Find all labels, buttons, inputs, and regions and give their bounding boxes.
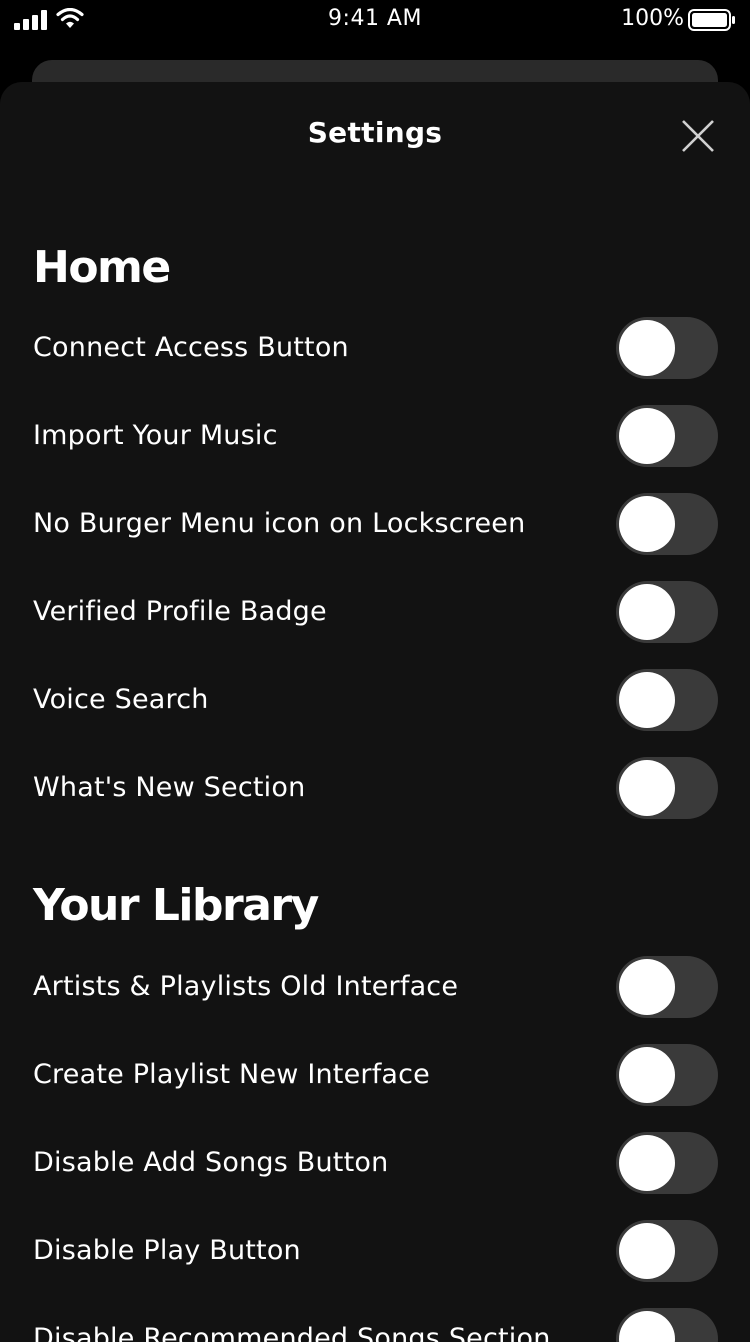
close-button[interactable] [676, 114, 720, 158]
setting-row-disable-add-songs-button: Disable Add Songs Button [0, 1119, 750, 1207]
setting-label: What's New Section [33, 772, 306, 803]
setting-row-no-burger-menu: No Burger Menu icon on Lockscreen [0, 480, 750, 568]
setting-row-connect-access-button: Connect Access Button [0, 304, 750, 392]
setting-label: No Burger Menu icon on Lockscreen [33, 508, 526, 539]
toggle-disable-recommended-songs-section[interactable] [616, 1308, 718, 1342]
setting-label: Connect Access Button [33, 332, 349, 363]
toggle-knob [619, 1135, 675, 1191]
toggle-whats-new-section[interactable] [616, 757, 718, 819]
toggle-knob [619, 959, 675, 1015]
section-title-home: Home [33, 242, 171, 293]
setting-label: Disable Recommended Songs Section [33, 1323, 551, 1342]
toggle-knob [619, 760, 675, 816]
section-title-your-library: Your Library [33, 880, 319, 931]
setting-label: Artists & Playlists Old Interface [33, 971, 459, 1002]
toggle-voice-search[interactable] [616, 669, 718, 731]
toggle-knob [619, 408, 675, 464]
setting-label: Disable Add Songs Button [33, 1147, 389, 1178]
setting-row-artists-playlists-old-interface: Artists & Playlists Old Interface [0, 943, 750, 1031]
setting-row-disable-play-button: Disable Play Button [0, 1207, 750, 1295]
toggle-no-burger-menu[interactable] [616, 493, 718, 555]
setting-label: Voice Search [33, 684, 209, 715]
toggle-import-your-music[interactable] [616, 405, 718, 467]
toggle-disable-add-songs-button[interactable] [616, 1132, 718, 1194]
setting-row-import-your-music: Import Your Music [0, 392, 750, 480]
toggle-knob [619, 672, 675, 728]
setting-row-verified-profile-badge: Verified Profile Badge [0, 568, 750, 656]
toggle-artists-playlists-old-interface[interactable] [616, 956, 718, 1018]
toggle-knob [619, 496, 675, 552]
battery-icon [688, 9, 735, 31]
toggle-verified-profile-badge[interactable] [616, 581, 718, 643]
setting-row-create-playlist-new-interface: Create Playlist New Interface [0, 1031, 750, 1119]
setting-row-disable-recommended-songs-section: Disable Recommended Songs Section [0, 1295, 750, 1342]
setting-label: Import Your Music [33, 420, 278, 451]
setting-label: Create Playlist New Interface [33, 1059, 430, 1090]
settings-sheet: Settings Home Connect Access Button Impo… [0, 82, 750, 1342]
setting-label: Verified Profile Badge [33, 596, 327, 627]
toggle-knob [619, 320, 675, 376]
toggle-knob [619, 1223, 675, 1279]
sheet-title: Settings [307, 116, 443, 149]
toggle-create-playlist-new-interface[interactable] [616, 1044, 718, 1106]
status-bar: 9:41 AM 100% [0, 0, 750, 40]
setting-row-whats-new-section: What's New Section [0, 744, 750, 832]
toggle-knob [619, 1311, 675, 1342]
setting-label: Disable Play Button [33, 1235, 301, 1266]
toggle-connect-access-button[interactable] [616, 317, 718, 379]
close-icon [682, 120, 714, 152]
toggle-disable-play-button[interactable] [616, 1220, 718, 1282]
setting-row-voice-search: Voice Search [0, 656, 750, 744]
battery-percentage: 100% [621, 6, 684, 31]
toggle-knob [619, 584, 675, 640]
toggle-knob [619, 1047, 675, 1103]
